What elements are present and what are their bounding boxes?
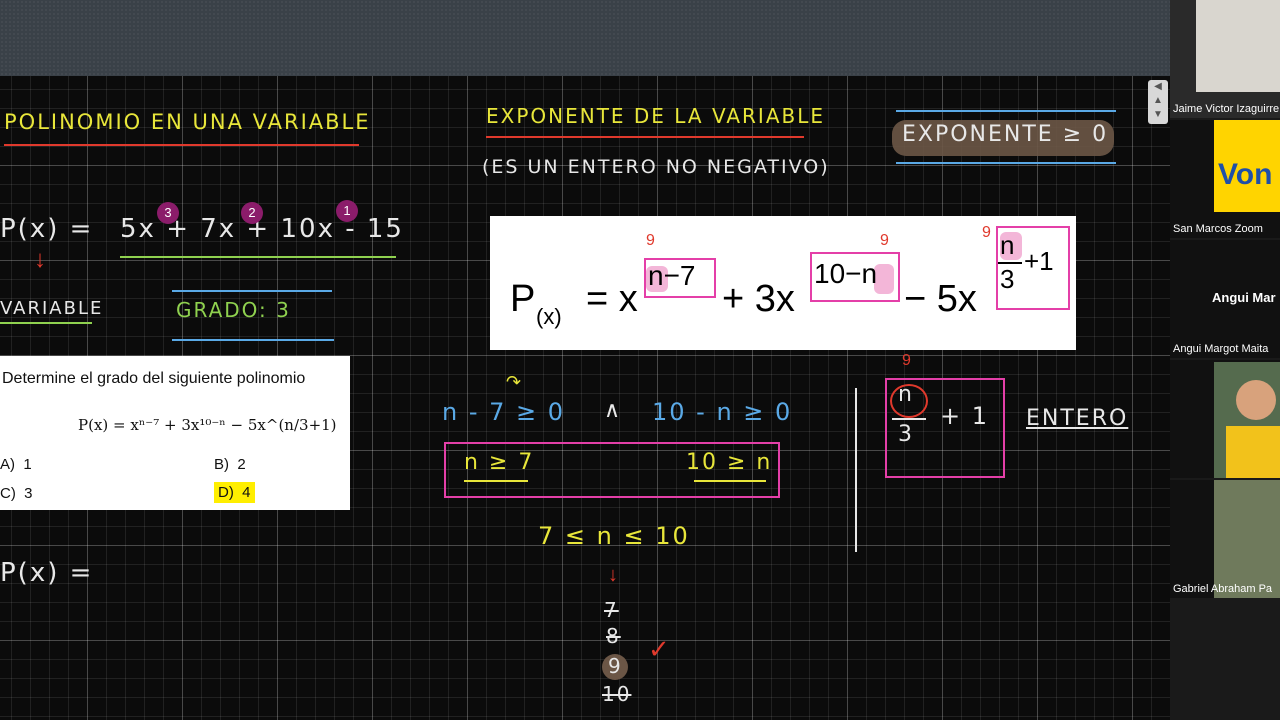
option-d-letter: D) [218,484,234,501]
bottom-px: P(x) = [0,558,94,588]
question-formula: P(x) = xⁿ⁻⁷ + 3x¹⁰⁻ⁿ − 5x^(n/3+1) [78,416,337,434]
and-symbol: ∧ [604,398,623,423]
candidate-7: 7 [604,598,619,622]
condition-1: n - 7 ≥ 0 [442,398,566,426]
exponent-mark-3: 3 [157,202,179,224]
participant-video [1214,480,1280,598]
grado-topline [172,290,332,292]
participant-tile[interactable]: Gabriel Abraham Pa [1170,480,1280,598]
screen-share-top-bar [0,0,1170,76]
option-c-value: 3 [24,485,33,502]
candidate-10: 10 [602,682,632,706]
nine-mark-2: 9 [880,232,889,249]
candidate-9: 9 [608,654,623,678]
formula-term2: + 3x [722,278,795,320]
result-1-underline [464,480,528,482]
participant-display-name: Angui Mar [1212,290,1276,305]
formula-exp3-num: n [1000,230,1015,260]
subtitle-entero: (ES UN ENTERO NO NEGATIVO) [482,156,830,178]
option-d[interactable]: D) 4 [214,482,255,503]
option-b-letter: B) [214,456,229,473]
formula-exp3-den: 3 [1000,264,1015,294]
poly-lhs: P(x) = [0,214,94,244]
participant-name: San Marcos Zoom [1173,223,1263,235]
formula-lhs-sub: (x) [536,304,562,329]
title-underline [4,144,359,146]
formula-lhs: P [510,278,536,320]
formula-exp2: 10−n [814,258,878,289]
logo-text: Von [1218,158,1273,191]
down-arrow-icon: ↓ [34,246,46,273]
option-a-value: 1 [23,456,32,473]
result-2: 10 ≥ n [686,450,773,475]
participant-video [1214,362,1280,478]
participant-tile[interactable]: Angui Mar Angui Margot Maita [1170,240,1280,358]
checkmark-icon: ✓ [648,634,670,664]
range: 7 ≤ n ≤ 10 [538,522,690,550]
formula-eq: = x [586,278,638,320]
participant-tile[interactable]: Jaime Victor Izaguirre [1170,0,1280,118]
grado-label: GRADO: 3 [176,298,291,322]
participant-logo: Von [1214,120,1280,212]
participant-video [1196,0,1280,92]
exponent-mark-1: 1 [336,200,358,222]
option-d-value: 4 [242,484,251,501]
grado-bottomline [172,339,334,341]
nine-mark-3: 9 [982,224,991,241]
result-1: n ≥ 7 [464,450,535,475]
nine-mark-4: 9 [902,352,911,369]
scroll-up-button[interactable]: ◀ ▲ ▼ [1148,80,1168,124]
option-a-letter: A) [0,456,15,473]
option-a[interactable]: A) 1 [0,456,32,473]
exponent-mark-2: 2 [241,202,263,224]
exponent-rule-box: EXPONENTE ≥ 0 [892,110,1116,164]
exponent-rule-text: EXPONENTE ≥ 0 [902,122,1109,147]
option-b[interactable]: B) 2 [214,456,246,473]
variable-underline [0,322,92,324]
formula-term3: − 5x [904,278,977,320]
participant-name: Gabriel Abraham Pa [1173,583,1273,595]
formula-exp3-plus: +1 [1024,246,1054,276]
range-arrow-icon: ↓ [608,564,618,586]
participant-name: Jaime Victor Izaguirre [1173,103,1280,115]
variable-label: VARIABLE [0,298,104,319]
formula-exp1: n−7 [648,260,696,291]
condition-arrow-icon: ↷ [506,372,524,393]
option-c[interactable]: C) 3 [0,485,33,502]
question-text: Determine el grado del siguiente polinom… [2,370,306,387]
participant-tile[interactable] [1170,360,1280,478]
condition-2: 10 - n ≥ 0 [652,398,793,426]
nine-mark-1: 9 [646,232,655,249]
title-exponente-underline [486,136,804,138]
fraction-plus: + 1 [940,402,990,430]
fraction-den: 3 [898,422,914,447]
option-b-value: 2 [237,456,246,473]
option-c-letter: C) [0,485,16,502]
participant-person [1236,380,1276,420]
poly-underline [120,256,396,258]
fraction-bar [892,418,926,420]
result-2-underline [694,480,766,482]
participant-name: Angui Margot Maita [1173,343,1269,355]
question-card: Determine el grado del siguiente polinom… [0,356,350,510]
title-exponente: EXPONENTE DE LA VARIABLE [486,104,826,128]
candidate-8: 8 [606,624,621,648]
entero-label: ENTERO [1026,406,1129,431]
title-polinomio: POLINOMIO EN UNA VARIABLE [4,110,371,134]
participants-sidebar: Jaime Victor Izaguirre ◀ ▲ ▼ Von San Marco… [1148,0,1280,720]
vertical-divider [855,388,857,552]
participant-shirt [1226,426,1280,478]
fraction-num: n [898,382,914,407]
participant-tile[interactable]: Von San Marcos Zoom [1170,120,1280,238]
